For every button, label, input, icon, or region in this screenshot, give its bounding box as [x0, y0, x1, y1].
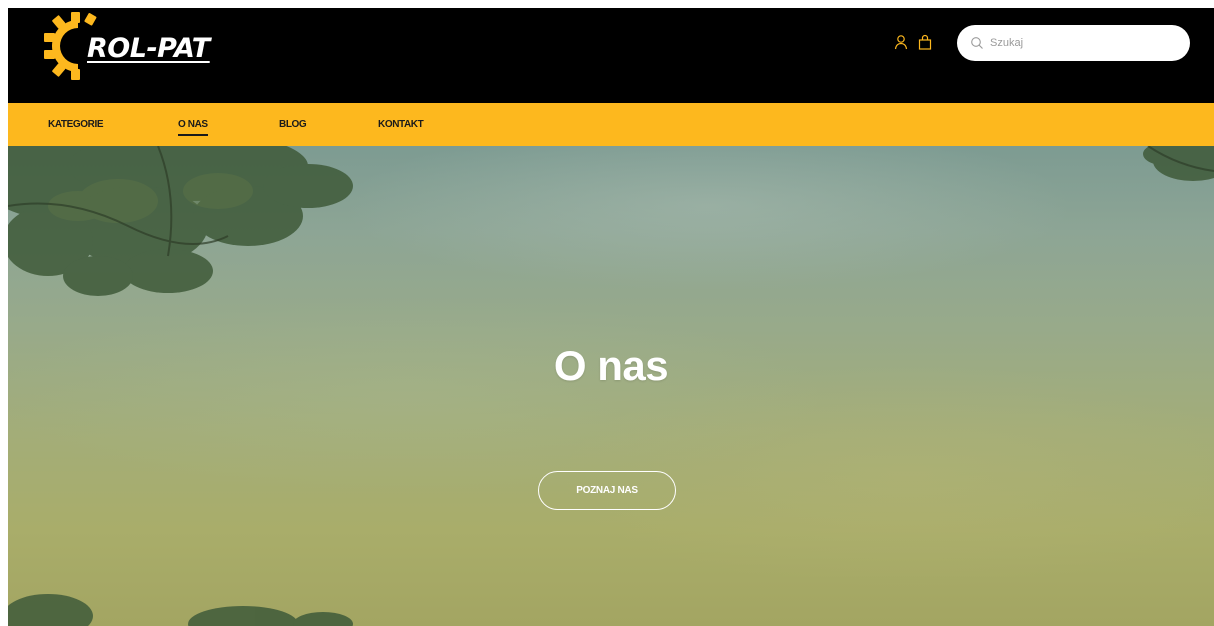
header-actions [894, 34, 932, 50]
page: ROL-PAT KATEGORIE O NAS BLOG KONTAKT [0, 0, 1214, 626]
nav-item-o-nas[interactable]: O NAS [178, 119, 208, 136]
nav-item-blog[interactable]: BLOG [279, 119, 307, 130]
nav-item-kategorie[interactable]: KATEGORIE [48, 119, 104, 130]
search-box[interactable] [957, 25, 1190, 61]
search-icon [971, 37, 983, 49]
hero-title: O nas [553, 342, 669, 390]
bag-icon[interactable] [918, 34, 932, 50]
nav-item-kontakt[interactable]: KONTAKT [378, 119, 424, 130]
hero-banner: O nas POZNAJ NAS [8, 146, 1214, 626]
logo[interactable]: ROL-PAT [42, 10, 212, 82]
poznaj-nas-button[interactable]: POZNAJ NAS [538, 471, 676, 510]
site-header: ROL-PAT [8, 8, 1214, 103]
user-icon[interactable] [894, 34, 908, 50]
main-nav: KATEGORIE O NAS BLOG KONTAKT [8, 103, 1214, 146]
logo-text: ROL-PAT [87, 33, 210, 64]
search-input[interactable] [990, 37, 1170, 49]
